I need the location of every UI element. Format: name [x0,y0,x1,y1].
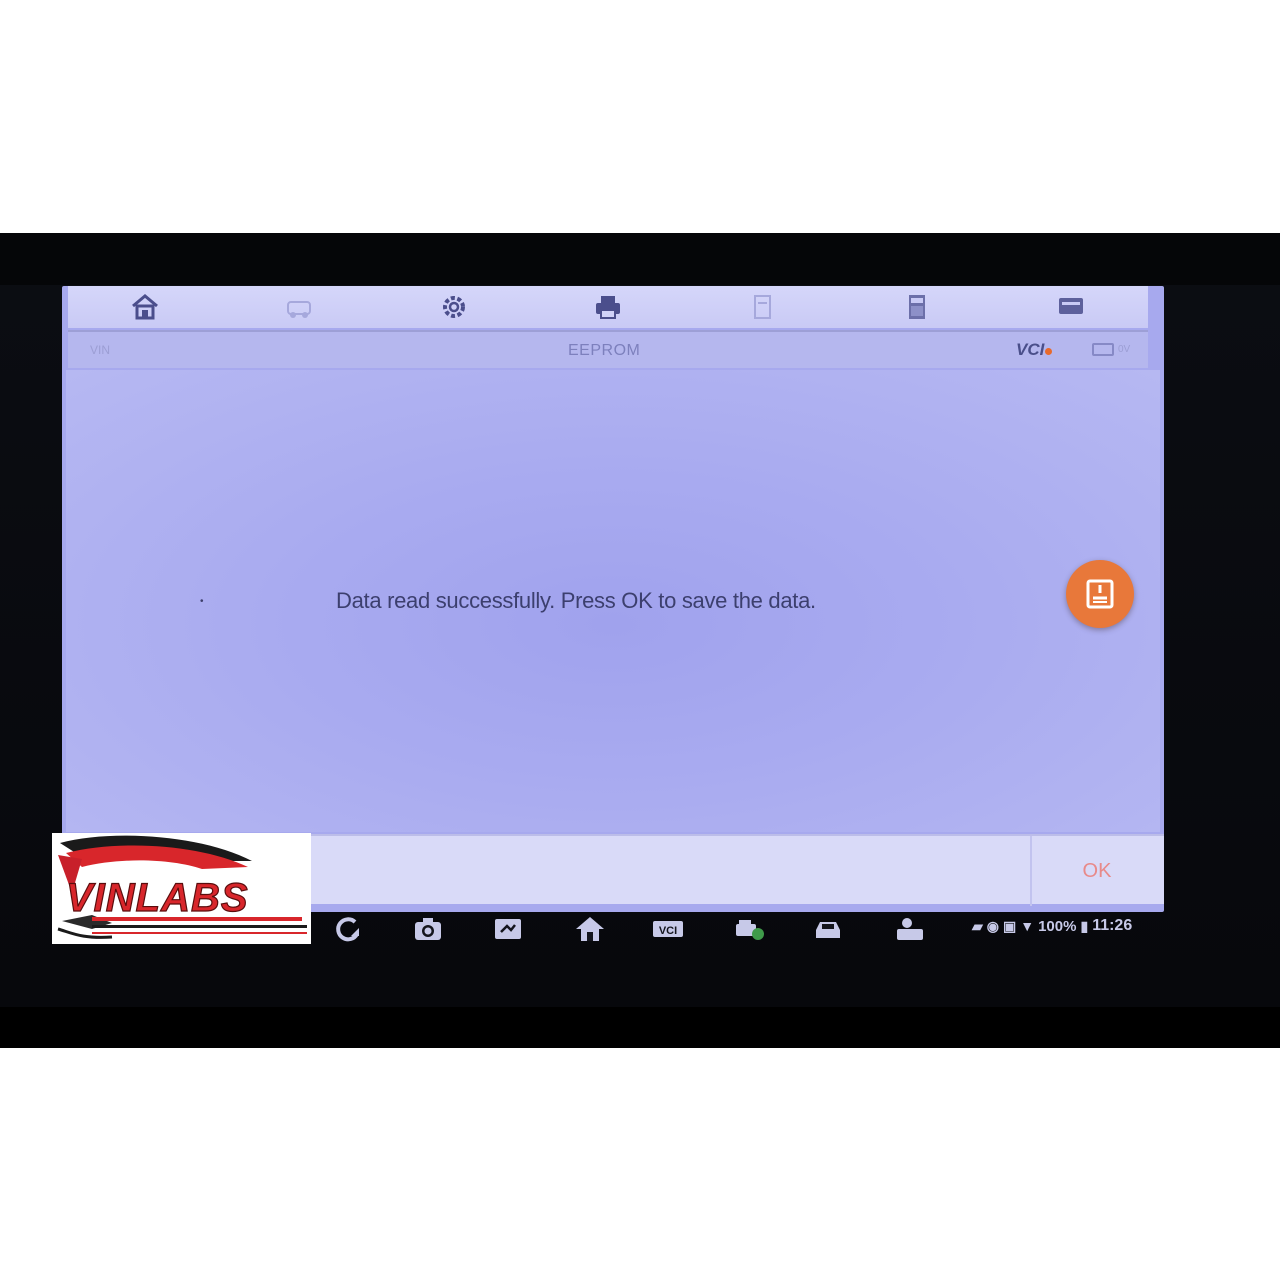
tablet-screen: VIN EEPROM VCI 0V • Data read successful… [62,286,1164,912]
message-panel: • Data read successfully. Press OK to sa… [66,370,1160,832]
document-icon[interactable] [745,292,779,322]
vinlabs-watermark-logo: VINLABS [52,833,311,944]
vehicle-scan-icon[interactable] [730,913,770,945]
screenshot-icon[interactable] [488,913,528,945]
page-title: EEPROM [568,342,641,359]
message-bullet: • [200,596,204,607]
svg-text:VINLABS: VINLABS [66,876,249,920]
top-toolbar [68,286,1148,328]
car-icon[interactable] [808,913,848,945]
ok-button[interactable]: OK [1052,854,1142,888]
save-icon [1086,579,1114,609]
save-button[interactable] [1066,560,1134,628]
vci-label: VCI [1016,340,1045,359]
calculator-icon[interactable] [900,292,934,322]
battery-icon [1092,343,1114,356]
footer-divider [1030,836,1032,906]
clock: 11:26 [1092,917,1133,934]
circle-icon: ◉ [986,917,999,934]
vci-status-dot [1045,348,1053,355]
battery-percent: 100% [1038,917,1077,935]
battery-voltage: 0V [1118,344,1131,355]
status-message: Data read successfully. Press OK to save… [336,588,816,613]
wifi-icon: ▼ [1020,918,1035,934]
camera-icon[interactable] [408,913,448,945]
title-bar: VIN EEPROM VCI 0V [68,330,1148,368]
svg-text:VCI: VCI [659,925,677,937]
vci-icon[interactable]: VCI [648,913,688,945]
battery-status-icon: ▮ [1080,917,1089,934]
vehicle-icon[interactable] [282,292,316,322]
keyboard-icon[interactable] [1054,292,1088,322]
status-bar: ▰ ◉ ▣ ▼ 100% ▮ 11:26 [972,913,1132,939]
chat-icon: ▰ [972,917,983,934]
vci-status-badge: VCI [1016,340,1053,360]
gear-icon[interactable] [437,292,471,322]
recents-icon[interactable] [328,913,368,945]
vin-label: VIN [90,343,111,357]
image-icon: ▣ [1003,917,1017,934]
home-nav-icon[interactable] [570,913,610,945]
android-nav-bar: VCI ▰ ◉ ▣ ▼ 100% ▮ 11:26 [310,905,1170,951]
tpms-icon[interactable] [890,913,930,945]
printer-icon[interactable] [591,292,625,322]
bottom-letterbox [0,1007,1280,1048]
home-icon[interactable] [128,292,162,322]
